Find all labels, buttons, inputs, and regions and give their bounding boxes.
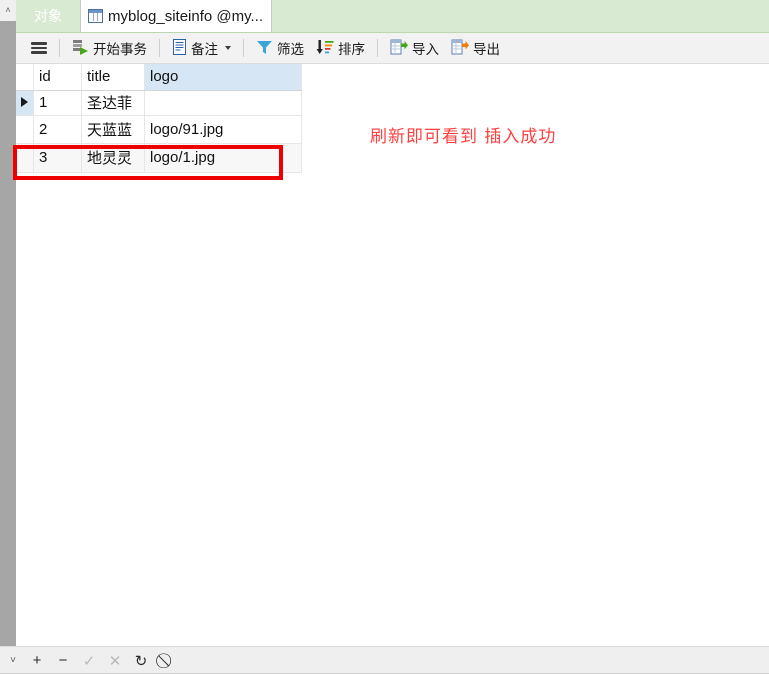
toolbar-separator [243, 39, 244, 57]
import-icon [390, 39, 408, 58]
scrollbar-thumb[interactable] [0, 21, 16, 648]
filter-funnel-icon [256, 39, 273, 58]
tab-table-myblog-siteinfo[interactable]: myblog_siteinfo @my... [80, 0, 273, 32]
note-label: 备注 [191, 42, 218, 57]
row-indicator[interactable] [16, 143, 34, 173]
begin-transaction-label: 开始事务 [93, 42, 147, 57]
cell-logo[interactable]: logo/1.jpg [144, 143, 302, 173]
filter-button[interactable]: 筛选 [250, 36, 310, 61]
cell-title[interactable]: 圣达菲 [81, 90, 145, 116]
sort-button[interactable]: 排序 [310, 36, 371, 61]
toolbar-separator [59, 39, 60, 57]
cell-logo[interactable] [144, 90, 302, 116]
tab-table-label: myblog_siteinfo @my... [108, 7, 264, 25]
hamburger-menu-icon [31, 42, 47, 54]
current-row-arrow-icon [21, 97, 28, 107]
table-toolbar: 开始事务 备注 筛选 排序 导入 导出 [16, 33, 769, 64]
sort-label: 排序 [338, 42, 365, 57]
export-icon [451, 39, 469, 58]
table-row[interactable]: 2 天蓝蓝 logo/91.jpg [16, 115, 302, 144]
export-button[interactable]: 导出 [445, 36, 506, 61]
cell-title[interactable]: 地灵灵 [81, 143, 145, 173]
table-header-row: id title logo [16, 64, 302, 91]
toolbar-separator [377, 39, 378, 57]
cell-id[interactable]: 3 [33, 143, 82, 173]
export-label: 导出 [473, 42, 500, 57]
hamburger-menu-button[interactable] [25, 36, 53, 61]
note-icon [172, 38, 187, 58]
column-header-logo[interactable]: logo [144, 64, 302, 91]
record-navigation-bar: ˅ + − ✓ ✕ ↻ ⃠ [0, 646, 769, 674]
import-label: 导入 [412, 42, 439, 57]
begin-transaction-button[interactable]: 开始事务 [66, 36, 153, 61]
cell-title[interactable]: 天蓝蓝 [81, 115, 145, 144]
apply-changes-button: ✓ [82, 652, 96, 670]
row-indicator-header [16, 64, 34, 91]
tab-strip: 对象 myblog_siteinfo @my... [16, 0, 769, 33]
cell-id[interactable]: 2 [33, 115, 82, 144]
records-table: id title logo 1 圣达菲 2 天蓝蓝 logo/91.jpg 3 … [16, 64, 302, 173]
left-vertical-scrollbar[interactable]: ˄ ˅ [0, 0, 16, 674]
cell-id[interactable]: 1 [33, 90, 82, 116]
tab-objects[interactable]: 对象 [16, 0, 80, 32]
column-header-id[interactable]: id [33, 64, 82, 91]
cancel-changes-button: ✕ [108, 652, 122, 670]
delete-record-button[interactable]: − [50, 648, 76, 674]
begin-transaction-icon [72, 39, 89, 58]
sort-descending-icon [316, 39, 334, 58]
column-header-title[interactable]: title [81, 64, 145, 91]
cell-logo[interactable]: logo/91.jpg [144, 115, 302, 144]
stop-button[interactable]: ⃠ [154, 648, 180, 674]
refresh-button[interactable]: ↻ [128, 648, 154, 674]
note-button[interactable]: 备注 [166, 36, 237, 61]
row-indicator[interactable] [16, 115, 34, 144]
table-grid-icon [88, 9, 103, 23]
toolbar-separator [159, 39, 160, 57]
add-record-button[interactable]: + [24, 648, 50, 674]
chevron-down-icon[interactable] [225, 46, 231, 50]
table-row[interactable]: 3 地灵灵 logo/1.jpg [16, 143, 302, 173]
data-grid[interactable]: id title logo 1 圣达菲 2 天蓝蓝 logo/91.jpg 3 … [16, 64, 769, 646]
import-button[interactable]: 导入 [384, 36, 445, 61]
filter-label: 筛选 [277, 42, 304, 57]
navicat-table-window: ˄ ˅ 对象 myblog_siteinfo @my... [0, 0, 769, 674]
table-row[interactable]: 1 圣达菲 [16, 90, 302, 116]
scroll-up-arrow-icon[interactable]: ˄ [0, 0, 16, 20]
row-indicator-current[interactable] [16, 90, 34, 116]
tab-objects-label: 对象 [34, 7, 62, 24]
annotation-note: 刷新即可看到 插入成功 [370, 127, 557, 147]
collapse-chevron-icon[interactable]: ˅ [2, 648, 24, 674]
